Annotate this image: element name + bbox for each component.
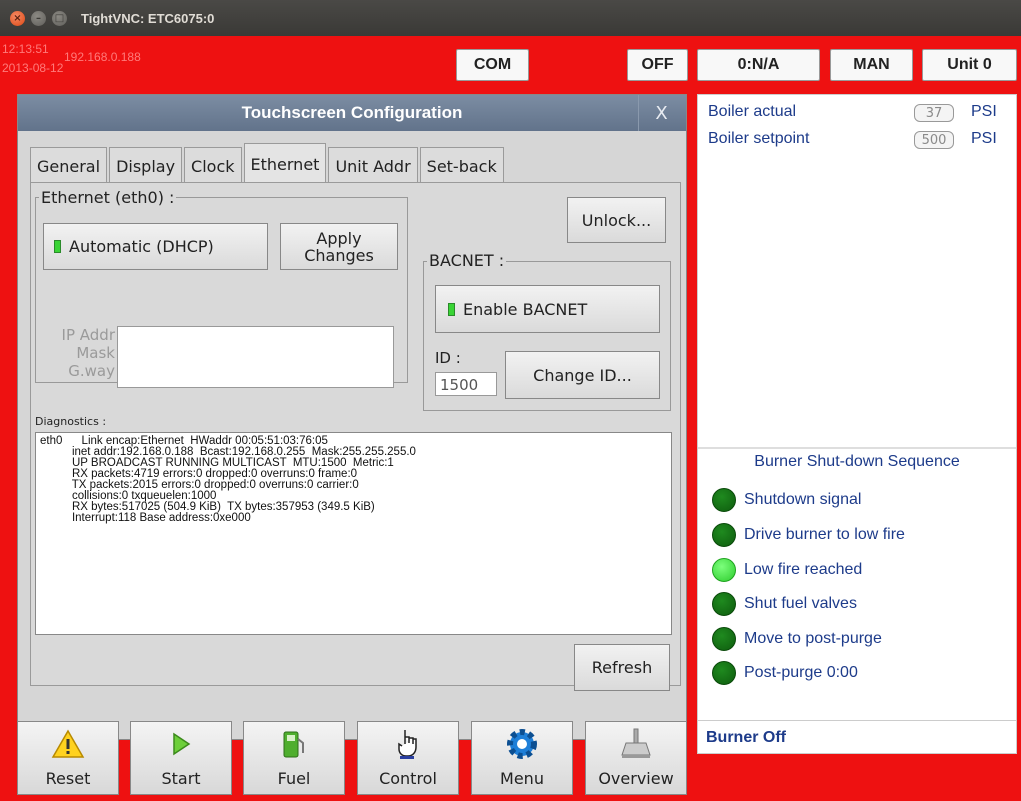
window-minimize-icon[interactable]: –	[31, 10, 46, 26]
gway-label: G.way	[68, 362, 115, 380]
boiler-actual-unit: PSI	[971, 103, 997, 120]
tab-display[interactable]: Display	[109, 147, 183, 185]
boiler-actual-value: 37	[914, 104, 954, 122]
clock-date: 2013-08-12	[2, 61, 64, 75]
sequence-item-label: Low fire reached	[744, 561, 863, 578]
window-titlebar: × – □ TightVNC: ETC6075:0	[0, 0, 1021, 36]
status-light-icon	[712, 488, 736, 512]
sequence-item-label: Shut fuel valves	[744, 595, 857, 612]
dialog-close-button[interactable]: X	[638, 95, 684, 131]
menu-label: Menu	[500, 769, 544, 788]
start-button[interactable]: Start	[130, 721, 232, 795]
tab-ethernet[interactable]: Ethernet	[243, 143, 327, 185]
clock: 12:13:51 2013-08-12	[2, 40, 63, 78]
status-light-icon	[712, 627, 736, 651]
window-maximize-icon[interactable]: □	[52, 10, 67, 26]
sequence-item-label: Move to post-purge	[744, 630, 882, 647]
diagnostics-label: Diagnostics :	[35, 415, 107, 428]
play-icon	[169, 727, 193, 761]
com-button[interactable]: COM	[456, 49, 529, 81]
boiler-actual-label: Boiler actual	[708, 103, 797, 120]
app-area: 12:13:51 2013-08-12 192.168.0.188 COM OF…	[0, 36, 1021, 801]
ip-address: 192.168.0.188	[64, 50, 141, 64]
touchscreen-config-dialog: Touchscreen Configuration X General Disp…	[17, 94, 687, 740]
apply-line2: Changes	[304, 245, 374, 265]
sequence-item: Drive burner to low fire	[712, 523, 905, 547]
sequence-item: Shutdown signal	[712, 488, 861, 512]
man-button[interactable]: MAN	[830, 49, 913, 81]
tab-clock[interactable]: Clock	[184, 147, 242, 185]
sequence-item-label: Shutdown signal	[744, 491, 862, 508]
sequence-title: Burner Shut-down Sequence	[754, 453, 960, 470]
sequence-item: Move to post-purge	[712, 627, 882, 651]
control-label: Control	[379, 769, 437, 788]
change-id-button[interactable]: Change ID...	[505, 351, 660, 399]
fuel-button[interactable]: Fuel	[243, 721, 345, 795]
dhcp-button[interactable]: Automatic (DHCP)	[43, 223, 268, 270]
boiler-setpoint-label: Boiler setpoint	[708, 130, 810, 147]
mask-label: Mask	[76, 344, 115, 362]
na-button[interactable]: 0:N/A	[697, 49, 820, 81]
sequence-item-label: Drive burner to low fire	[744, 526, 905, 543]
boiler-setpoint-unit: PSI	[971, 130, 997, 147]
warning-icon	[51, 727, 85, 761]
panel-divider	[698, 447, 1016, 449]
start-label: Start	[161, 769, 201, 788]
tab-general[interactable]: General	[30, 147, 108, 185]
overview-label: Overview	[598, 769, 674, 788]
tab-bar: General Display Clock Ethernet Unit Addr…	[30, 143, 506, 185]
reset-button[interactable]: Reset	[17, 721, 119, 795]
enable-bacnet-button[interactable]: Enable BACNET	[435, 285, 660, 333]
refresh-button[interactable]: Refresh	[574, 644, 670, 691]
apply-changes-button[interactable]: Apply Changes	[280, 223, 398, 270]
dhcp-button-label: Automatic (DHCP)	[69, 237, 214, 256]
fuel-pump-icon	[281, 727, 307, 761]
sequence-item: Shut fuel valves	[712, 592, 857, 616]
status-light-icon	[712, 661, 736, 685]
dialog-title: Touchscreen Configuration	[18, 95, 686, 131]
control-button[interactable]: Control	[357, 721, 459, 795]
menu-button[interactable]: Menu	[471, 721, 573, 795]
tab-unit-addr[interactable]: Unit Addr	[328, 147, 418, 185]
bacnet-led-icon	[448, 302, 455, 316]
fuel-label: Fuel	[277, 769, 311, 788]
sequence-item-label: Post-purge 0:00	[744, 664, 858, 681]
sequence-item: Post-purge 0:00	[712, 661, 858, 685]
status-light-icon	[712, 523, 736, 547]
gear-icon	[505, 727, 539, 761]
window-title: TightVNC: ETC6075:0	[81, 10, 215, 26]
overview-button[interactable]: Overview	[585, 721, 687, 795]
ethernet-group-label: Ethernet (eth0) :	[39, 188, 177, 207]
tab-set-back[interactable]: Set-back	[419, 147, 504, 185]
diagnostics-output[interactable]: eth0 Link encap:Ethernet HWaddr 00:05:51…	[35, 432, 672, 635]
burner-status: Burner Off	[697, 720, 1017, 754]
boiler-setpoint-value: 500	[914, 131, 954, 149]
enable-bacnet-label: Enable BACNET	[463, 299, 588, 319]
clock-time: 12:13:51	[2, 42, 49, 56]
id-label: ID :	[435, 349, 461, 367]
dhcp-led-icon	[54, 240, 61, 253]
status-light-icon	[712, 558, 736, 582]
ethernet-panel: Ethernet (eth0) : Automatic (DHCP) Apply…	[30, 182, 681, 691]
status-panel: Boiler actual 37 PSI Boiler setpoint 500…	[697, 94, 1017, 730]
reset-label: Reset	[45, 769, 91, 788]
bacnet-group-label: BACNET :	[427, 251, 507, 270]
unlock-button[interactable]: Unlock...	[567, 197, 666, 243]
ip-addr-label: IP Addr	[61, 326, 115, 344]
id-field[interactable]: 1500	[435, 372, 497, 396]
window-close-icon[interactable]: ×	[10, 10, 25, 26]
hand-pointer-icon	[394, 727, 422, 761]
unit-button[interactable]: Unit 0	[922, 49, 1017, 81]
apply-line1: Apply	[316, 228, 362, 248]
off-button[interactable]: OFF	[627, 49, 688, 81]
status-light-icon	[712, 592, 736, 616]
ip-field-labels: IP Addr Mask G.way	[45, 326, 115, 380]
ip-fields[interactable]	[117, 326, 394, 388]
sequence-item: Low fire reached	[712, 558, 862, 582]
valve-icon	[620, 727, 652, 761]
